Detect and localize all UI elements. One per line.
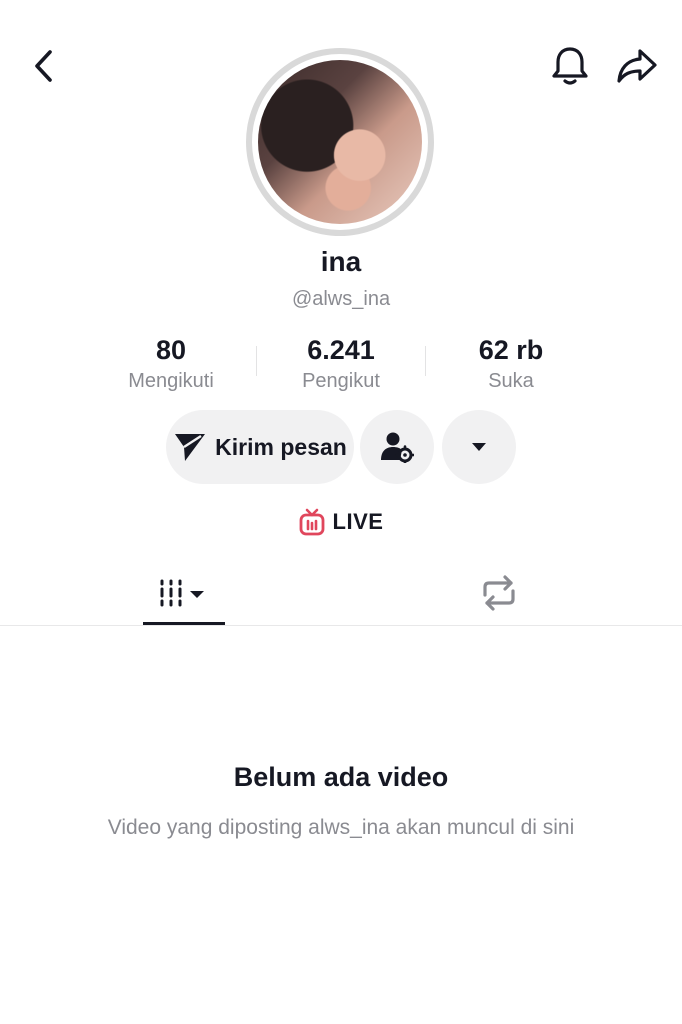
send-message-label: Kirim pesan bbox=[215, 433, 347, 460]
stat-followers-value: 6.241 bbox=[307, 335, 375, 365]
live-link[interactable]: LIVE bbox=[0, 508, 682, 536]
tab-videos[interactable] bbox=[143, 570, 225, 616]
notification-bell-button[interactable] bbox=[548, 42, 592, 90]
user-gear-icon bbox=[381, 432, 414, 463]
grid-bars-icon bbox=[160, 579, 204, 607]
paper-plane-icon bbox=[175, 434, 206, 461]
bell-icon bbox=[552, 47, 588, 85]
stat-likes-label: Suka bbox=[488, 370, 534, 392]
caret-down-icon bbox=[472, 443, 486, 451]
tv-icon bbox=[299, 508, 324, 536]
stat-likes-value: 62 rb bbox=[478, 335, 544, 365]
stat-following-value: 80 bbox=[155, 335, 187, 365]
live-label: LIVE bbox=[332, 509, 384, 534]
empty-state-title: Belum ada video bbox=[233, 762, 449, 792]
tabs-divider bbox=[0, 625, 682, 626]
stat-following-label: Mengikuti bbox=[128, 370, 214, 392]
stat-following[interactable]: 80 Mengikuti bbox=[86, 334, 256, 394]
share-arrow-icon bbox=[617, 49, 657, 83]
stat-followers-label: Pengikut bbox=[302, 370, 380, 392]
empty-state-subtitle: Video yang diposting alws_ina akan muncu… bbox=[107, 816, 575, 839]
profile-name: ina bbox=[320, 246, 362, 277]
profile-handle: @alws_ina bbox=[291, 288, 391, 310]
share-button[interactable] bbox=[614, 44, 660, 88]
stat-followers[interactable]: 6.241 Pengikut bbox=[256, 334, 426, 394]
stat-likes[interactable]: 62 rb Suka bbox=[426, 334, 596, 394]
back-button[interactable] bbox=[24, 44, 64, 88]
chevron-left-icon bbox=[35, 50, 52, 82]
more-dropdown-button[interactable] bbox=[442, 410, 516, 484]
avatar-photo bbox=[258, 60, 422, 224]
friend-settings-button[interactable] bbox=[360, 410, 434, 484]
tab-reposts[interactable] bbox=[476, 570, 522, 616]
avatar[interactable] bbox=[246, 48, 434, 236]
send-message-button[interactable]: Kirim pesan bbox=[166, 410, 354, 484]
repost-icon bbox=[483, 575, 515, 611]
